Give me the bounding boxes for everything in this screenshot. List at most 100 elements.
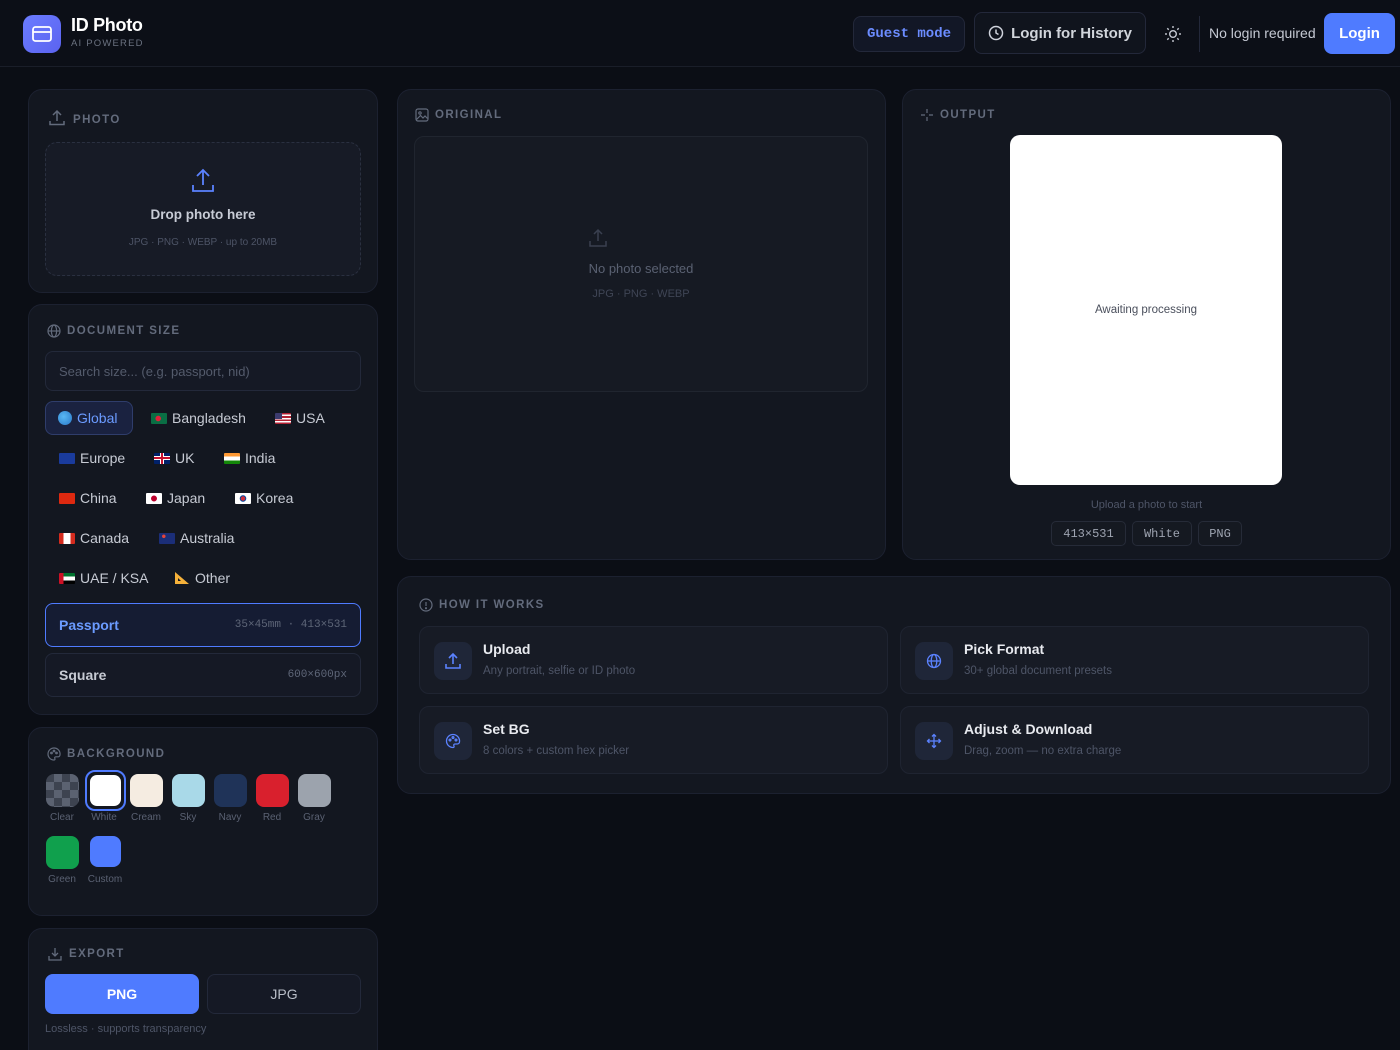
download-icon: [48, 948, 62, 961]
document-size-card: DOCUMENT SIZE Search size... (e.g. passp…: [28, 304, 378, 715]
ruler-triangle-icon: [175, 572, 189, 584]
header-divider: [1199, 16, 1200, 52]
swatch-white[interactable]: [85, 770, 126, 811]
region-chip-other[interactable]: Other: [162, 561, 242, 595]
original-empty-title: No photo selected: [588, 261, 694, 276]
output-frame-text: Awaiting processing: [1094, 304, 1198, 316]
size-search-input[interactable]: Search size... (e.g. passport, nid): [45, 351, 361, 391]
region-chip-europe[interactable]: Europe: [47, 441, 137, 475]
how-it-works-card: HOW IT WORKS Upload Any portrait, selfie…: [397, 576, 1391, 794]
region-chip-australia[interactable]: Australia: [147, 521, 246, 555]
usa-flag-icon: [275, 412, 291, 424]
history-label: Login for History: [1011, 24, 1132, 42]
uk-flag-icon: [154, 452, 170, 464]
step-upload-desc: Any portrait, selfie or ID photo: [483, 665, 636, 677]
china-flag-icon: [59, 492, 75, 504]
swatch-label-custom: Custom: [87, 874, 123, 885]
upload-icon: [49, 109, 65, 126]
drop-subtitle: JPG · PNG · WEBP · up to 20MB: [128, 237, 278, 248]
region-chip-usa[interactable]: USA: [263, 401, 337, 435]
preset-square[interactable]: Square 600×600px: [45, 653, 361, 697]
move-icon: [915, 722, 953, 760]
swatch-sky[interactable]: [172, 774, 205, 807]
swatch-label-sky: Sky: [179, 812, 197, 823]
step-pick-format-title: Pick Format: [964, 641, 1045, 657]
swatch-gray[interactable]: [298, 774, 331, 807]
region-chip-japan[interactable]: Japan: [134, 481, 217, 515]
swatch-cream[interactable]: [130, 774, 163, 807]
region-chip-bangladesh[interactable]: Bangladesh: [139, 401, 258, 435]
korea-flag-icon: [235, 492, 251, 504]
step-pick-format: Pick Format 30+ global document presets: [900, 626, 1369, 694]
swatch-label-red: Red: [262, 812, 282, 823]
globe-emoji-icon: [58, 411, 72, 425]
swatch-white-fill: [90, 775, 121, 806]
no-login-text: No login required: [1209, 25, 1316, 41]
login-for-history-button[interactable]: Login for History: [974, 12, 1146, 54]
clock-icon: [988, 25, 1004, 41]
output-size-tag: 413×531: [1051, 521, 1126, 546]
step-adjust-download-title: Adjust & Download: [964, 721, 1093, 737]
swatch-green[interactable]: [46, 836, 79, 869]
upload-icon: [192, 168, 214, 192]
document-size-title: DOCUMENT SIZE: [47, 324, 180, 338]
theme-toggle-button[interactable]: [1160, 21, 1186, 47]
palette-icon: [434, 722, 472, 760]
swatch-label-white: White: [91, 812, 117, 823]
bangladesh-flag-icon: [151, 412, 167, 424]
globe-icon: [915, 642, 953, 680]
india-flag-icon: [224, 452, 240, 464]
region-chip-korea[interactable]: Korea: [223, 481, 305, 515]
region-chip-uae-ksa[interactable]: UAE / KSA: [47, 561, 160, 595]
sun-icon: [1165, 26, 1181, 42]
output-hint: Upload a photo to start: [1090, 499, 1203, 511]
region-chip-uk[interactable]: UK: [142, 441, 206, 475]
swatch-label-cream: Cream: [130, 812, 161, 823]
swatch-navy[interactable]: [214, 774, 247, 807]
region-chip-canada[interactable]: Canada: [47, 521, 141, 555]
swatch-custom[interactable]: [90, 836, 121, 867]
original-title: ORIGINAL: [415, 108, 502, 122]
export-png-button[interactable]: PNG: [45, 974, 199, 1014]
how-it-works-title: HOW IT WORKS: [419, 598, 545, 612]
guest-mode-button[interactable]: Guest mode: [853, 16, 965, 52]
step-adjust-download-desc: Drag, zoom — no extra charge: [964, 745, 1122, 757]
background-title: BACKGROUND: [47, 747, 165, 761]
region-chip-global[interactable]: Global: [45, 401, 133, 435]
step-set-bg-desc: 8 colors + custom hex picker: [483, 745, 630, 757]
uae-flag-icon: [59, 572, 75, 584]
swatch-red[interactable]: [256, 774, 289, 807]
output-preview: Awaiting processing: [1010, 135, 1282, 485]
upload-icon: [434, 642, 472, 680]
export-note: Lossless · supports transparency: [45, 1023, 207, 1035]
palette-icon: [47, 747, 61, 761]
region-chip-china[interactable]: China: [47, 481, 129, 515]
photo-dropzone[interactable]: Drop photo here JPG · PNG · WEBP · up to…: [45, 142, 361, 276]
preset-passport[interactable]: Passport 35×45mm · 413×531: [45, 603, 361, 647]
canada-flag-icon: [59, 532, 75, 544]
sparkle-icon: [921, 109, 933, 121]
export-jpg-button[interactable]: JPG: [207, 974, 361, 1014]
swatch-label-gray: Gray: [303, 812, 325, 823]
original-empty-subtitle: JPG · PNG · WEBP: [592, 288, 690, 300]
europe-flag-icon: [59, 452, 75, 464]
japan-flag-icon: [146, 492, 162, 504]
region-chip-india[interactable]: India: [212, 441, 287, 475]
login-button[interactable]: Login: [1324, 13, 1395, 54]
original-card: ORIGINAL No photo selected JPG · PNG · W…: [397, 89, 886, 560]
drop-title: Drop photo here: [150, 207, 256, 222]
upload-icon: [589, 228, 607, 247]
swatch-label-green: Green: [48, 874, 76, 885]
output-title: OUTPUT: [920, 108, 996, 122]
step-upload: Upload Any portrait, selfie or ID photo: [419, 626, 888, 694]
original-preview-area[interactable]: No photo selected JPG · PNG · WEBP: [414, 136, 868, 392]
step-set-bg-title: Set BG: [483, 721, 530, 737]
photo-section-title: PHOTO: [47, 108, 121, 128]
step-pick-format-desc: 30+ global document presets: [964, 665, 1113, 677]
output-card: OUTPUT Awaiting processing Upload a phot…: [902, 89, 1391, 560]
output-format-tag: PNG: [1198, 521, 1242, 546]
swatch-clear[interactable]: [46, 774, 79, 807]
info-icon: [419, 598, 433, 612]
step-adjust-download: Adjust & Download Drag, zoom — no extra …: [900, 706, 1369, 774]
swatch-label-clear: Clear: [50, 812, 74, 823]
